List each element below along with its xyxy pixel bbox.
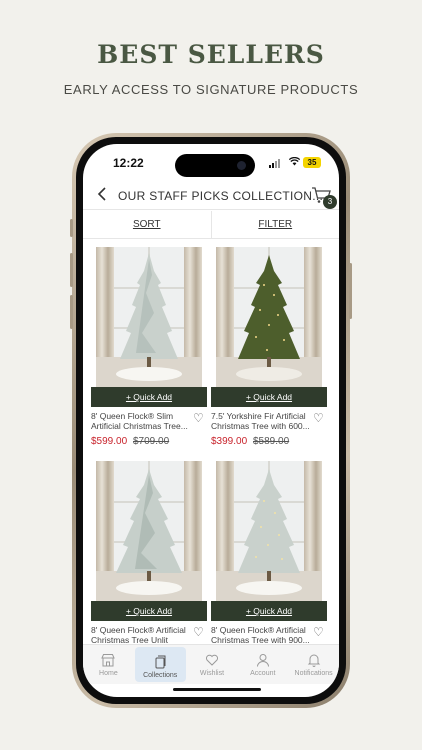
tab-label: Notifications bbox=[294, 670, 333, 677]
cart-count-badge: 3 bbox=[323, 195, 337, 209]
wishlist-heart-icon[interactable]: ♡ bbox=[313, 625, 324, 639]
heart-icon bbox=[205, 654, 218, 666]
cellular-signal-icon bbox=[269, 159, 280, 168]
collections-icon bbox=[155, 655, 166, 669]
product-name[interactable]: 7.5' Yorkshire Fir Artificial Christmas … bbox=[211, 411, 311, 431]
quick-add-button[interactable]: + Quick Add bbox=[91, 387, 207, 407]
product-image[interactable] bbox=[96, 461, 202, 601]
bell-icon bbox=[307, 654, 320, 667]
wifi-icon bbox=[289, 157, 300, 166]
christmas-tree-image bbox=[238, 469, 300, 581]
phone-side-button bbox=[70, 295, 73, 329]
user-icon bbox=[256, 654, 269, 667]
sort-filter-bar: SORT FILTER bbox=[83, 211, 339, 239]
home-indicator bbox=[173, 688, 261, 691]
product-name[interactable]: 8' Queen Flock® Artificial Christmas Tre… bbox=[211, 625, 311, 645]
christmas-tree-image bbox=[238, 255, 300, 367]
product-grid: + Quick Add 8' Queen Flock® Slim Artific… bbox=[83, 239, 339, 645]
product-price: $599.00 bbox=[91, 436, 128, 447]
wishlist-heart-icon[interactable]: ♡ bbox=[313, 411, 324, 425]
tab-label: Account bbox=[250, 670, 276, 677]
christmas-tree-image bbox=[120, 253, 178, 367]
status-time: 12:22 bbox=[113, 156, 144, 170]
status-bar: 12:22 35 bbox=[83, 144, 339, 180]
quick-add-button[interactable]: + Quick Add bbox=[211, 601, 327, 621]
product-price: $399.00 bbox=[211, 436, 248, 447]
tab-notifications[interactable]: Notifications bbox=[288, 645, 339, 684]
battery-indicator: 35 bbox=[303, 157, 321, 168]
product-name[interactable]: 8' Queen Flock® Slim Artificial Christma… bbox=[91, 411, 191, 431]
app-screen: 12:22 35 OUR STAFF PICKS COLLECTION... 3… bbox=[83, 144, 339, 697]
storefront-icon bbox=[101, 654, 116, 667]
tab-collections[interactable]: Collections bbox=[134, 647, 186, 682]
filter-button[interactable]: FILTER bbox=[212, 211, 340, 238]
hero-subtitle: EARLY ACCESS TO SIGNATURE PRODUCTS bbox=[63, 82, 359, 97]
sort-button[interactable]: SORT bbox=[83, 211, 212, 238]
collection-title: OUR STAFF PICKS COLLECTION... bbox=[118, 189, 324, 203]
product-image[interactable] bbox=[96, 247, 202, 387]
tab-label: Wishlist bbox=[199, 670, 225, 677]
product-original-price: $589.00 bbox=[253, 436, 290, 447]
tab-account[interactable]: Account bbox=[237, 645, 288, 684]
hero-title: BEST SELLERS bbox=[97, 40, 325, 69]
wishlist-heart-icon[interactable]: ♡ bbox=[193, 625, 204, 639]
phone-side-button bbox=[70, 253, 73, 287]
tab-home[interactable]: Home bbox=[83, 645, 134, 684]
phone-side-button bbox=[70, 219, 73, 237]
tab-wishlist[interactable]: Wishlist bbox=[187, 645, 238, 684]
quick-add-button[interactable]: + Quick Add bbox=[211, 387, 327, 407]
tab-label: Collections bbox=[143, 672, 178, 679]
tab-label: Home bbox=[99, 670, 118, 677]
bottom-tab-bar: Home Collections Wishlist Account Notifi… bbox=[83, 644, 339, 684]
dynamic-island bbox=[175, 154, 255, 177]
phone-side-button bbox=[349, 263, 352, 319]
chevron-left-icon[interactable] bbox=[97, 186, 107, 202]
quick-add-button[interactable]: + Quick Add bbox=[91, 601, 207, 621]
product-original-price: $709.00 bbox=[133, 436, 170, 447]
product-name[interactable]: 8' Queen Flock® Artificial Christmas Tre… bbox=[91, 625, 191, 645]
product-image[interactable] bbox=[216, 461, 322, 601]
phone-frame: 12:22 35 OUR STAFF PICKS COLLECTION... 3… bbox=[70, 133, 352, 708]
product-image[interactable] bbox=[216, 247, 322, 387]
nav-bar: OUR STAFF PICKS COLLECTION... 3 bbox=[83, 180, 339, 210]
christmas-tree-image bbox=[116, 469, 182, 581]
wishlist-heart-icon[interactable]: ♡ bbox=[193, 411, 204, 425]
